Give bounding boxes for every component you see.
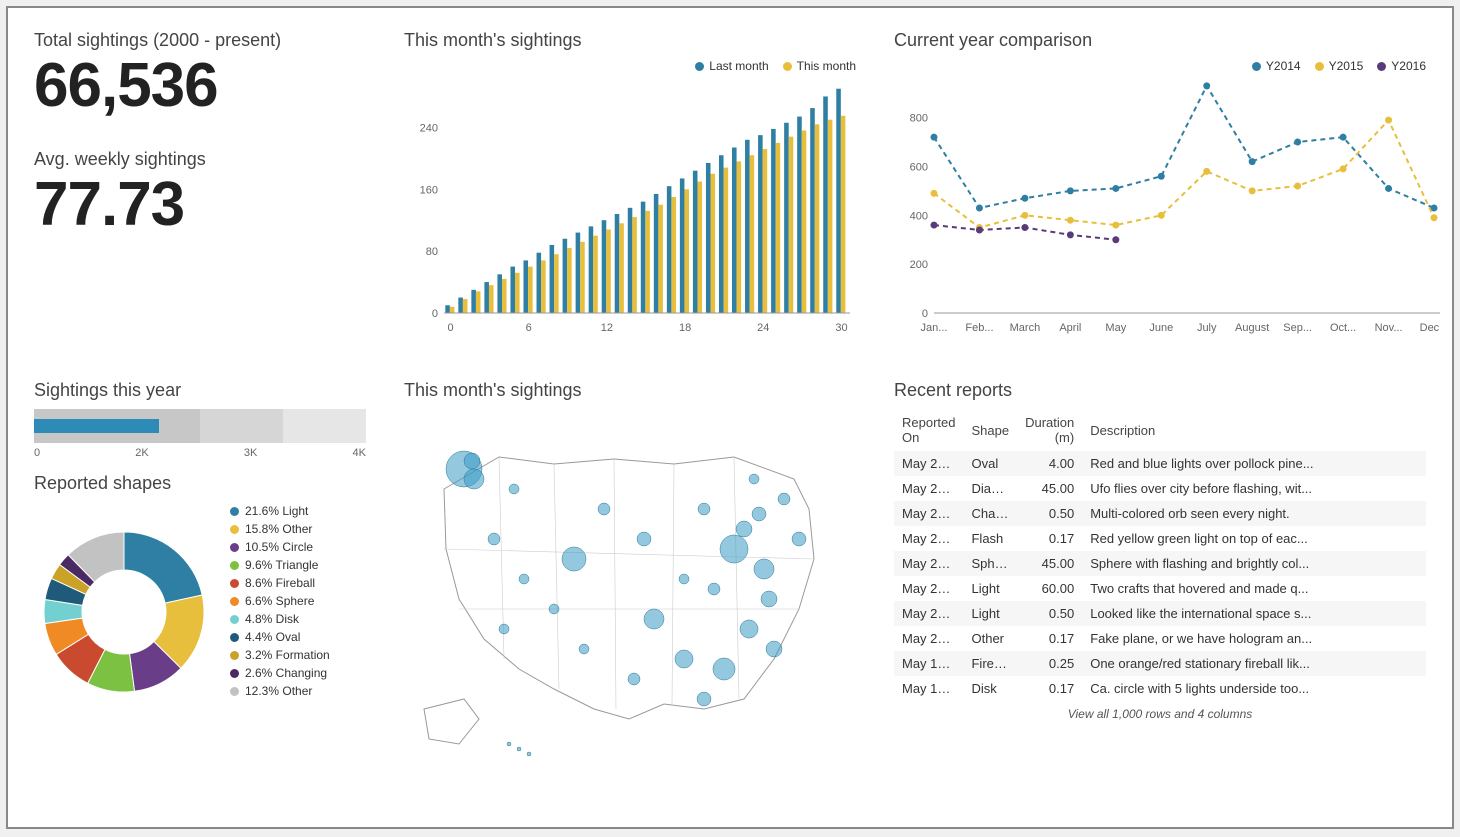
table-row[interactable]: May 21, 2016Light0.50Looked like the int… <box>894 601 1426 626</box>
bullet-title: Sightings this year <box>34 380 366 401</box>
svg-text:0: 0 <box>922 308 928 320</box>
donut-legend-item: 6.6% Sphere <box>230 592 330 610</box>
donut-chart[interactable] <box>34 502 214 702</box>
svg-text:200: 200 <box>910 259 928 271</box>
kpi-total-value: 66,536 <box>34 53 366 118</box>
line-chart[interactable]: 0 200 400 600 800 Jan... Feb... March April May Ju… <box>894 77 1440 337</box>
kpi-panel: Total sightings (2000 - present) 66,536 … <box>20 20 380 360</box>
svg-text:400: 400 <box>910 210 928 222</box>
kpi-avg: Avg. weekly sightings 77.73 <box>34 149 366 238</box>
bullet-axis: 02K3K4K <box>34 447 366 459</box>
left-bottom-panel: Sightings this year 02K3K4K Reported sha… <box>20 370 380 815</box>
svg-text:Jan...: Jan... <box>921 322 948 334</box>
table-panel: Recent reports Reported OnShapeDuration … <box>880 370 1440 815</box>
svg-text:600: 600 <box>910 161 928 173</box>
kpi-avg-value: 77.73 <box>34 172 366 237</box>
bar-chart[interactable]: 0 80 160 240 0 6 12 18 24 30 <box>404 77 854 337</box>
legend-item: This month <box>783 59 856 73</box>
table-header[interactable]: Duration (m) <box>1017 409 1082 451</box>
svg-text:Dec...: Dec... <box>1420 322 1440 334</box>
us-map[interactable] <box>404 409 854 769</box>
kpi-avg-label: Avg. weekly sightings <box>34 149 366 170</box>
line-chart-legend: Y2014 Y2015 Y2016 <box>894 59 1426 73</box>
table-row[interactable]: May 28, 2016Diamond45.00Ufo flies over c… <box>894 476 1426 501</box>
table-header-row: Reported OnShapeDuration (m)Description <box>894 409 1426 451</box>
svg-text:Feb...: Feb... <box>965 322 993 334</box>
kpi-total: Total sightings (2000 - present) 66,536 <box>34 30 366 119</box>
svg-text:24: 24 <box>757 322 769 334</box>
legend-item: Y2016 <box>1377 59 1426 73</box>
svg-text:160: 160 <box>420 184 438 196</box>
svg-text:July: July <box>1197 322 1217 334</box>
view-all-link[interactable]: View all 1,000 rows and 4 columns <box>894 707 1426 721</box>
legend-item: Y2014 <box>1252 59 1301 73</box>
bullet-chart[interactable] <box>34 409 366 443</box>
legend-item: Y2015 <box>1315 59 1364 73</box>
donut-legend-item: 4.4% Oval <box>230 628 330 646</box>
line-chart-title: Current year comparison <box>894 30 1426 51</box>
bar-chart-panel: This month's sightings Last month This mo… <box>390 20 870 360</box>
bar-chart-title: This month's sightings <box>404 30 856 51</box>
svg-text:May: May <box>1105 322 1126 334</box>
donut-legend-item: 10.5% Circle <box>230 538 330 556</box>
svg-text:Nov...: Nov... <box>1375 322 1403 334</box>
table-header[interactable]: Shape <box>963 409 1017 451</box>
bullet-fill <box>34 419 159 433</box>
table-header[interactable]: Description <box>1082 409 1426 451</box>
table-row[interactable]: May 20, 2016Other0.17Fake plane, or we h… <box>894 626 1426 651</box>
donut-legend-item: 9.6% Triangle <box>230 556 330 574</box>
svg-text:August: August <box>1235 322 1269 334</box>
svg-text:March: March <box>1010 322 1041 334</box>
bar-chart-legend: Last month This month <box>404 59 856 73</box>
svg-text:0: 0 <box>432 308 438 320</box>
map-panel: This month's sightings <box>390 370 870 815</box>
svg-text:6: 6 <box>526 322 532 334</box>
legend-item: Last month <box>695 59 768 73</box>
donut-legend-item: 8.6% Fireball <box>230 574 330 592</box>
svg-text:18: 18 <box>679 322 691 334</box>
donut-panel: Reported shapes 21.6% Light15.8% Other10… <box>34 473 366 702</box>
svg-text:30: 30 <box>835 322 847 334</box>
svg-text:12: 12 <box>601 322 613 334</box>
svg-text:April: April <box>1059 322 1081 334</box>
svg-text:0: 0 <box>447 322 453 334</box>
svg-text:June: June <box>1149 322 1173 334</box>
table-row[interactable]: May 22, 2016Light60.00Two crafts that ho… <box>894 576 1426 601</box>
table-row[interactable]: May 15, 2016Disk0.17Ca. circle with 5 li… <box>894 676 1426 701</box>
reports-table[interactable]: Reported OnShapeDuration (m)Description … <box>894 409 1426 701</box>
line-chart-panel: Current year comparison Y2014Y2015Y2016 … <box>880 20 1440 360</box>
map-title: This month's sightings <box>404 380 856 401</box>
donut-legend-item: 2.6% Changing <box>230 664 330 682</box>
donut-legend-item: 4.8% Disk <box>230 610 330 628</box>
donut-title: Reported shapes <box>34 473 366 494</box>
donut-legend-item: 3.2% Formation <box>230 646 330 664</box>
svg-text:240: 240 <box>420 122 438 134</box>
dashboard: Total sightings (2000 - present) 66,536 … <box>6 6 1454 829</box>
svg-text:Sep...: Sep... <box>1283 322 1312 334</box>
svg-text:80: 80 <box>426 246 438 258</box>
svg-text:800: 800 <box>910 113 928 125</box>
donut-legend-item: 12.3% Other <box>230 682 330 700</box>
donut-legend-item: 15.8% Other <box>230 520 330 538</box>
table-row[interactable]: May 25, 2016Flash0.17Red yellow green li… <box>894 526 1426 551</box>
donut-legend-item: 21.6% Light <box>230 502 330 520</box>
svg-text:Oct...: Oct... <box>1330 322 1356 334</box>
bullet-panel: Sightings this year 02K3K4K <box>34 380 366 459</box>
table-header[interactable]: Reported On <box>894 409 963 451</box>
table-row[interactable]: May 18, 2016Fireball0.25One orange/red s… <box>894 651 1426 676</box>
kpi-total-label: Total sightings (2000 - present) <box>34 30 366 51</box>
table-row[interactable]: May 29, 2016Oval4.00Red and blue lights … <box>894 451 1426 476</box>
table-row[interactable]: May 23, 2016Sphere45.00Sphere with flash… <box>894 551 1426 576</box>
table-row[interactable]: May 26, 2016Changing0.50Multi-colored or… <box>894 501 1426 526</box>
donut-legend: 21.6% Light15.8% Other10.5% Circle9.6% T… <box>230 502 330 700</box>
table-title: Recent reports <box>894 380 1426 401</box>
